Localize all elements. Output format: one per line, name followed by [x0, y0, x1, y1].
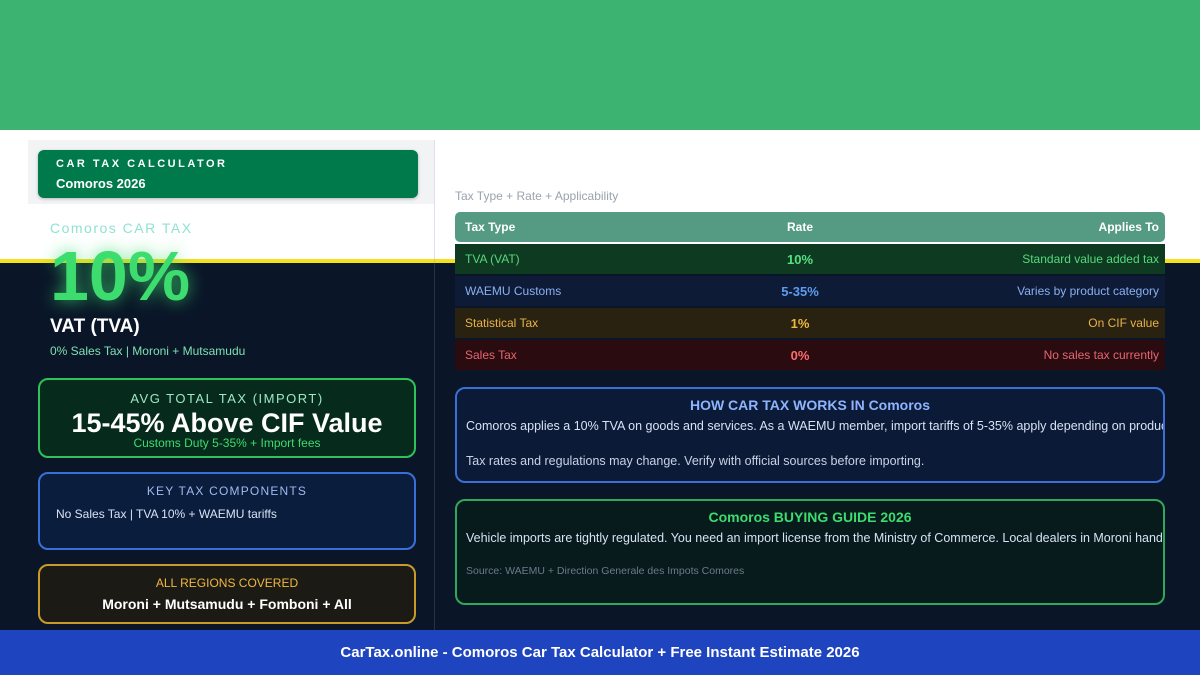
- regions-value: Moroni + Mutsamudu + Fomboni + All: [102, 596, 352, 612]
- cell-applies-to: Standard value added tax: [1022, 252, 1159, 266]
- table-row: WAEMU Customs 5-35% Varies by product ca…: [455, 276, 1165, 306]
- how-disclaimer: Tax rates and regulations may change. Ve…: [466, 454, 925, 468]
- cell-tax-type: Statistical Tax: [465, 316, 539, 330]
- cell-rate: 10%: [786, 251, 814, 267]
- cell-applies-to: Varies by product category: [1017, 284, 1159, 298]
- table-row: Sales Tax 0% No sales tax currently: [455, 340, 1165, 370]
- footer-banner: CarTax.online - Comoros Car Tax Calculat…: [0, 630, 1200, 675]
- guide-heading: Comoros BUYING GUIDE 2026: [708, 509, 912, 525]
- how-car-tax-works-box: HOW CAR TAX WORKS IN Comoros Comoros app…: [455, 387, 1165, 483]
- key-components-value: No Sales Tax | TVA 10% + WAEMU tariffs: [56, 507, 277, 521]
- regions-label: ALL REGIONS COVERED: [155, 576, 299, 590]
- key-components-card: KEY TAX COMPONENTS No Sales Tax | TVA 10…: [38, 472, 416, 550]
- header-rate: Rate: [786, 220, 813, 234]
- buying-guide-box: Comoros BUYING GUIDE 2026 Vehicle import…: [455, 499, 1165, 605]
- cell-tax-type: WAEMU Customs: [465, 284, 562, 298]
- header-tax-type: Tax Type: [465, 220, 516, 234]
- avg-total-tax-value: 15-45% Above CIF Value: [71, 408, 383, 438]
- cell-rate: 5-35%: [781, 283, 819, 299]
- regions-card: ALL REGIONS COVERED Moroni + Mutsamudu +…: [38, 564, 416, 624]
- how-paragraph: Comoros applies a 10% TVA on goods and s…: [466, 419, 1165, 433]
- cell-rate: 0%: [790, 347, 810, 363]
- header-applies-to: Applies To: [1098, 220, 1159, 234]
- cell-applies-to: No sales tax currently: [1043, 348, 1159, 362]
- avg-total-tax-card: AVG TOTAL TAX (IMPORT) 15-45% Above CIF …: [38, 378, 416, 458]
- top-banner: [0, 0, 1200, 130]
- cell-tax-type: TVA (VAT): [465, 252, 520, 266]
- cell-applies-to: On CIF value: [1088, 316, 1159, 330]
- cell-tax-type: Sales Tax: [465, 348, 517, 362]
- tax-table: Tax Type Rate Applies To TVA (VAT) 10% S…: [455, 212, 1165, 370]
- cell-rate: 1%: [790, 315, 810, 331]
- how-heading: HOW CAR TAX WORKS IN Comoros: [689, 397, 931, 413]
- tax-name: VAT (TVA): [50, 316, 140, 337]
- vat-rate-display: 10%: [50, 237, 191, 315]
- tax-subtitle: 0% Sales Tax | Moroni + Mutsamudu: [50, 344, 246, 358]
- country-label: Comoros CAR TAX: [50, 220, 193, 236]
- table-caption: Tax Type + Rate + Applicability: [455, 189, 619, 203]
- guide-source: Source: WAEMU + Direction Generale des I…: [466, 565, 745, 577]
- title-card: CAR TAX CALCULATOR Comoros 2026: [38, 150, 418, 198]
- title-card-subtitle: Comoros 2026: [56, 176, 146, 191]
- table-row: TVA (VAT) 10% Standard value added tax: [455, 244, 1165, 274]
- title-card-heading: CAR TAX CALCULATOR: [56, 158, 228, 170]
- guide-paragraph: Vehicle imports are tightly regulated. Y…: [466, 531, 1165, 545]
- table-row: Statistical Tax 1% On CIF value: [455, 308, 1165, 338]
- avg-total-tax-label: AVG TOTAL TAX (IMPORT): [130, 391, 324, 406]
- column-divider: [434, 140, 435, 630]
- key-components-label: KEY TAX COMPONENTS: [146, 484, 308, 498]
- table-header-row: Tax Type Rate Applies To: [455, 212, 1165, 242]
